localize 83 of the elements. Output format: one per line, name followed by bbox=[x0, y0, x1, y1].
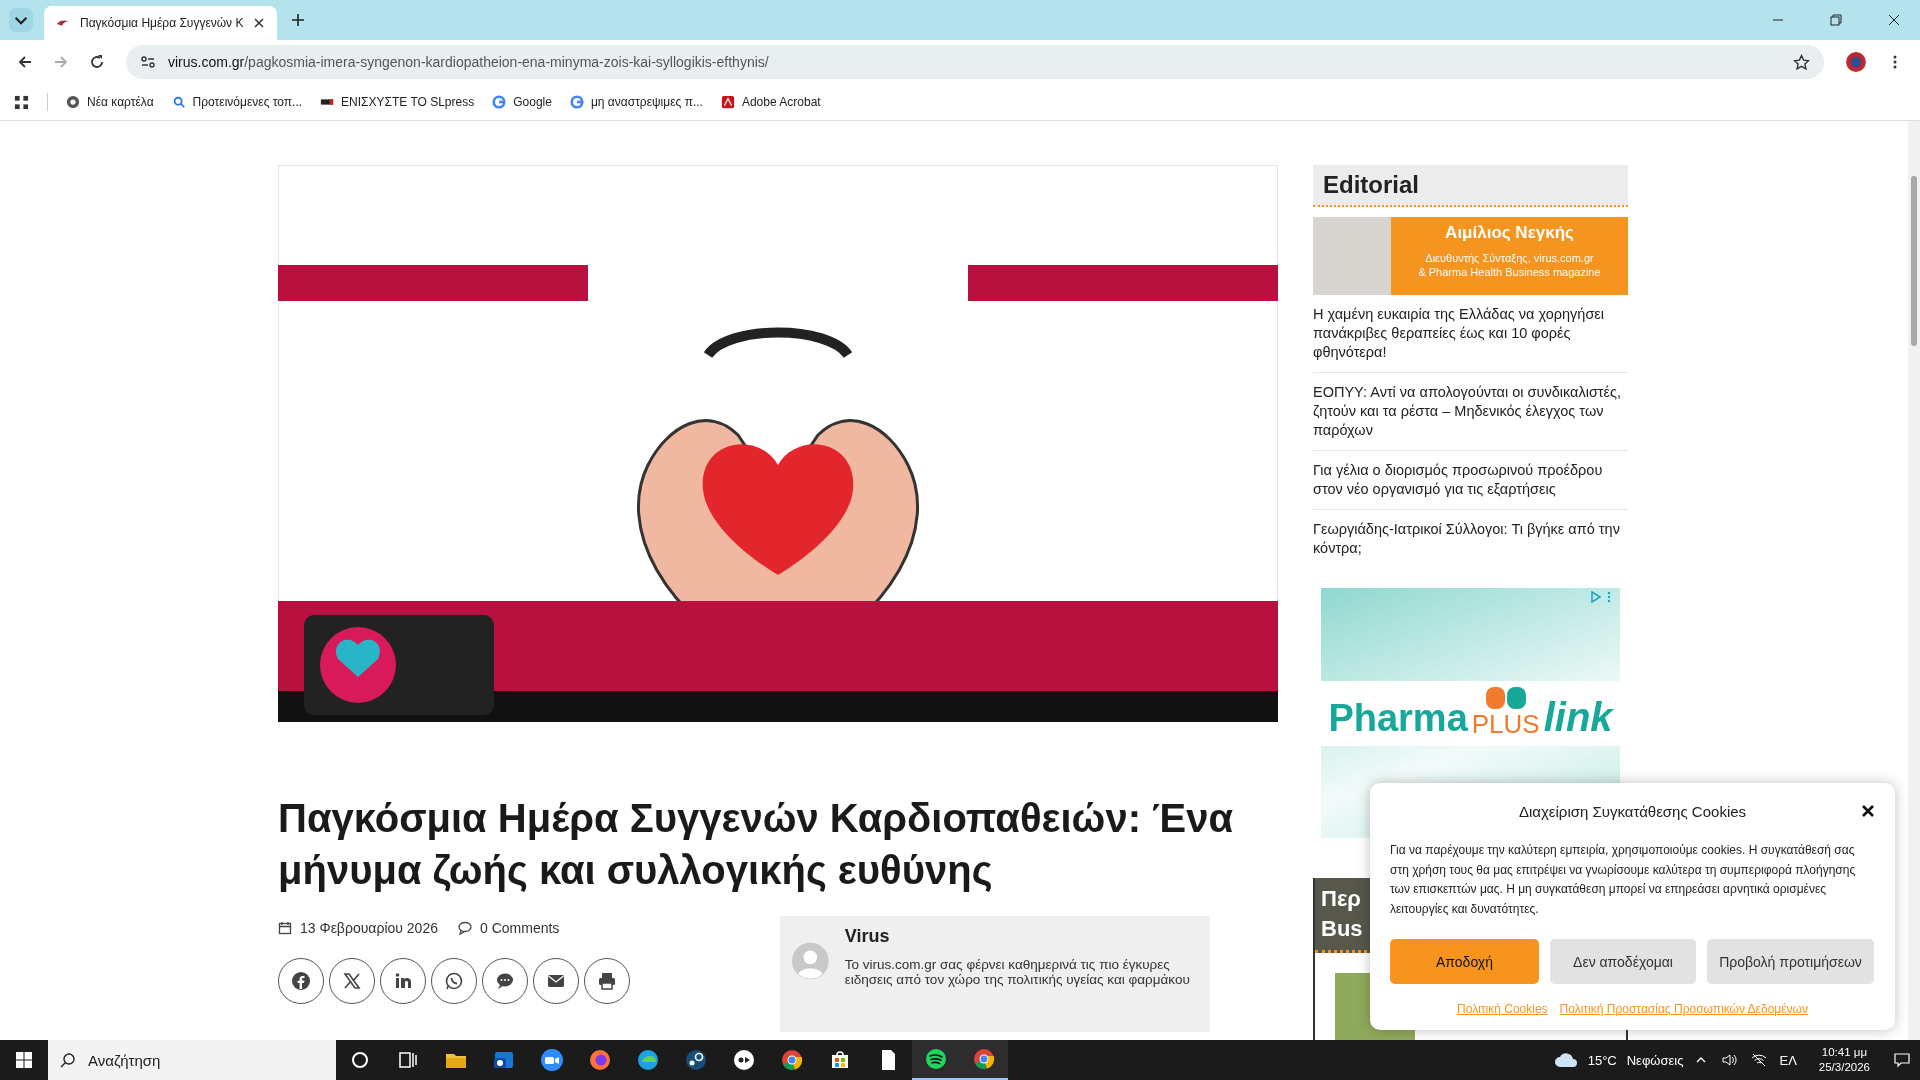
fox-globe-icon bbox=[588, 1048, 612, 1072]
article-title: Παγκόσμια Ημέρα Συγγενών Καρδιοπαθειών: Ένα μήνυμα ζωής και συλλογικής ευθύνης bbox=[278, 795, 1235, 894]
site-settings-icon[interactable] bbox=[140, 54, 156, 70]
bookmark[interactable]: μη αναστρεψιμες π... bbox=[569, 95, 703, 109]
chrome-icon bbox=[780, 1048, 804, 1072]
share-button[interactable] bbox=[533, 958, 579, 1004]
article-link[interactable]: ΕΟΠΥΥ: Αντί να απολογούνται οι συνδικαλιστές, ζητούν και τα ρέστα – Μηδενικός έλεγχος των παρόχων bbox=[1313, 373, 1628, 451]
logo-text: Pharma bbox=[1328, 696, 1468, 740]
logo-text: link bbox=[1543, 694, 1613, 740]
clock-date[interactable]: 25/3/2026 bbox=[1818, 1060, 1870, 1075]
pdf-icon bbox=[720, 95, 735, 109]
globe-icon bbox=[66, 95, 80, 109]
star-icon[interactable] bbox=[1793, 53, 1810, 71]
cross-logo-icon bbox=[1485, 686, 1526, 709]
logo-text: PLUS bbox=[1471, 708, 1540, 740]
cloud-icon bbox=[1553, 1052, 1578, 1068]
bookmark[interactable]: Google bbox=[492, 95, 552, 109]
printer-icon bbox=[597, 971, 617, 991]
comment-icon bbox=[458, 921, 472, 935]
taskbar-app[interactable] bbox=[912, 1040, 960, 1080]
back-icon[interactable] bbox=[17, 54, 33, 70]
clock-time[interactable]: 10:41 μμ bbox=[1818, 1045, 1870, 1060]
article-link[interactable]: Γεωργιάδης-Ιατρικοί Σύλλογοι: Τι βγήκε από την κόντρα; bbox=[1313, 510, 1628, 568]
share-button[interactable] bbox=[329, 958, 375, 1004]
linkedin-icon bbox=[393, 971, 413, 991]
cookie-button[interactable]: Δεν αποδέχομαι bbox=[1550, 939, 1696, 984]
taskbar-search-field[interactable]: Αναζήτηση bbox=[48, 1040, 336, 1080]
share-button[interactable] bbox=[482, 958, 528, 1004]
weather-text: Νεφώσεις bbox=[1626, 1052, 1684, 1068]
bookmark[interactable]: Προτεινόμενες τοπ... bbox=[171, 95, 303, 109]
close-icon[interactable] bbox=[1861, 804, 1875, 818]
article-date: 13 Φεβρουαρίου 2026 bbox=[300, 920, 438, 936]
address-bar[interactable]: virus.com.gr/pagkosmia-imera-syngenon-kardiopatheion-ena-minyma-zois-kai-syllogikis-efthynis/ bbox=[126, 45, 1824, 79]
search-icon bbox=[171, 95, 186, 109]
close-icon[interactable] bbox=[253, 17, 266, 29]
profile-avatar-icon[interactable] bbox=[1845, 51, 1867, 73]
speaker-icon[interactable] bbox=[1721, 1052, 1738, 1068]
editor-role: Διευθυντής Σύνταξης, virus.com.gr bbox=[1424, 251, 1595, 265]
cookie-button[interactable]: Προβολή προτιμήσεων bbox=[1707, 939, 1874, 984]
spotify-icon bbox=[924, 1047, 948, 1071]
temperature-text: 15°C bbox=[1587, 1052, 1617, 1068]
share-button[interactable] bbox=[278, 958, 324, 1004]
x-logo-icon bbox=[342, 971, 362, 991]
whatsapp-icon bbox=[444, 971, 464, 991]
facebook-icon bbox=[291, 971, 311, 991]
notification-icon[interactable] bbox=[1894, 1052, 1910, 1068]
comments-link[interactable]: 0 Comments bbox=[480, 920, 560, 936]
bookmark[interactable]: Adobe Acrobat bbox=[720, 95, 821, 109]
chrome-icon bbox=[972, 1047, 996, 1071]
new-tab-icon[interactable] bbox=[291, 13, 306, 27]
wave-globe-icon bbox=[636, 1048, 660, 1072]
share-button[interactable] bbox=[431, 958, 477, 1004]
windows-start-icon[interactable] bbox=[16, 1052, 32, 1068]
reload-icon[interactable] bbox=[89, 54, 105, 70]
media-icon bbox=[732, 1048, 756, 1072]
search-icon bbox=[60, 1052, 76, 1068]
editorial-heading: Editorial bbox=[1313, 165, 1628, 207]
scrollbar[interactable] bbox=[1908, 121, 1920, 1040]
close-icon[interactable] bbox=[1888, 14, 1900, 26]
tab-title: Παγκόσμια Ημέρα Συγγενών Κ bbox=[80, 16, 244, 30]
network-off-icon[interactable] bbox=[1751, 1052, 1768, 1068]
dropdown-icon[interactable] bbox=[8, 7, 34, 33]
google-icon bbox=[492, 95, 507, 109]
author-name[interactable]: Virus bbox=[844, 926, 1198, 947]
taskbar-app[interactable] bbox=[960, 1040, 1008, 1080]
editor-role: & Pharma Health Business magazine bbox=[1417, 265, 1602, 279]
article-link[interactable]: Η χαμένη ευκαιρία της Ελλάδας να χορηγήσει πανάκριβες θεραπείες έως και 10 φορές φθηνότερα! bbox=[1313, 295, 1628, 373]
article-link[interactable]: Για γέλια ο διορισμός προσωρινού προέδρου στον νέο οργανισμό για τις εξαρτήσεις bbox=[1313, 451, 1628, 510]
share-button[interactable] bbox=[380, 958, 426, 1004]
browser-tab[interactable]: Παγκόσμια Ημέρα Συγγενών Κ bbox=[44, 6, 278, 40]
language-indicator[interactable]: ΕΛ bbox=[1779, 1052, 1797, 1068]
sms-bubble-icon bbox=[495, 971, 515, 991]
bookmark[interactable]: ΕΝΙΣΧΥΣΤΕ ΤΟ SLpress bbox=[320, 95, 475, 109]
google-icon bbox=[569, 95, 584, 109]
video-call-icon bbox=[540, 1048, 564, 1072]
author-bio: Το virus.com.gr σας φέρνει καθημερινά τις πιο έγκυρες ειδησεις από τον χώρο της πολιτικής υγείας και φαρμάκου bbox=[844, 957, 1191, 987]
bookmark[interactable]: Νέα καρτέλα bbox=[66, 95, 154, 109]
calendar-icon bbox=[278, 921, 292, 935]
share-button[interactable] bbox=[584, 958, 630, 1004]
url-text: virus.com.gr/pagkosmia-imera-syngenon-kardiopatheion-ena-minyma-zois-kai-syllogikis-efthynis/ bbox=[168, 54, 769, 70]
restore-icon[interactable] bbox=[1830, 14, 1842, 26]
accept-button[interactable]: Αποδοχή bbox=[1390, 939, 1539, 984]
apps-grid-icon[interactable] bbox=[14, 94, 29, 110]
